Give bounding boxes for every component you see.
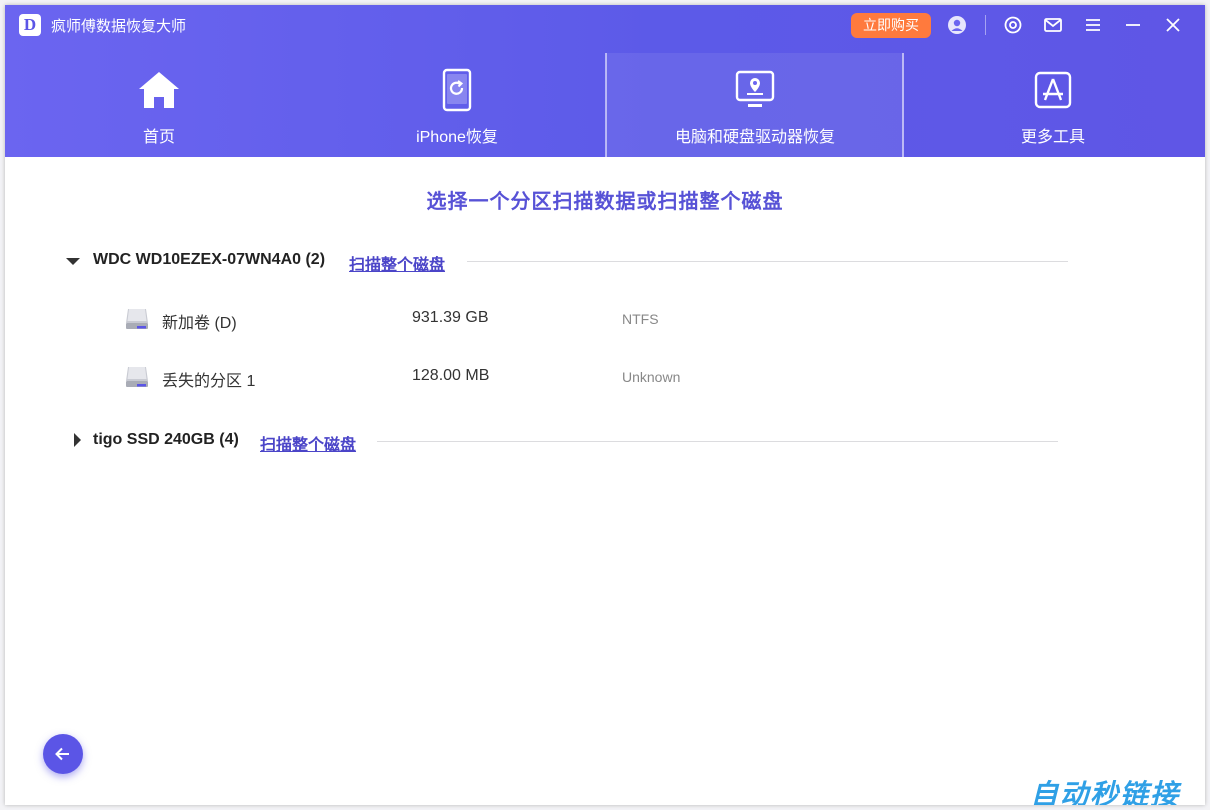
drive-icon [126, 367, 148, 387]
divider [467, 261, 1068, 262]
title-bar: D 疯师傅数据恢复大师 立即购买 [5, 5, 1205, 45]
arrow-left-icon [55, 747, 69, 761]
disk-header[interactable]: WDC WD10EZEX-07WN4A0 (2) 扫描整个磁盘 [65, 248, 1075, 275]
scan-whole-disk-link[interactable]: 扫描整个磁盘 [260, 431, 356, 455]
partition-row[interactable]: 新加卷 (D) 931.39 GB NTFS [121, 304, 821, 334]
disk-name: tigo SSD 240GB (4) [93, 431, 239, 448]
caret-down-icon[interactable] [65, 248, 81, 272]
watermark-text: 自动秒链接 [1030, 779, 1181, 805]
tab-more-label: 更多工具 [1020, 129, 1085, 146]
app-header: D 疯师傅数据恢复大师 立即购买 首页 iPhone恢复 电脑和硬盘驱动器恢复 … [5, 5, 1205, 157]
close-icon[interactable] [1161, 13, 1185, 37]
disk-name: WDC WD10EZEX-07WN4A0 (2) [93, 251, 326, 268]
computer-location-icon [735, 70, 775, 107]
app-window: D 疯师傅数据恢复大师 立即购买 首页 iPhone恢复 电脑和硬盘驱动器恢复 … [5, 5, 1205, 805]
disk-header[interactable]: tigo SSD 240GB (4) 扫描整个磁盘 [65, 428, 1065, 455]
partition-name: 丢失的分区 1 [162, 373, 256, 390]
back-button[interactable] [43, 734, 83, 774]
drive-icon [126, 309, 148, 329]
partition-row[interactable]: 丢失的分区 1 128.00 MB Unknown [121, 362, 821, 392]
partition-name: 新加卷 (D) [162, 315, 237, 332]
phone-restore-icon [442, 68, 472, 112]
minimize-icon[interactable] [1121, 13, 1145, 37]
app-title: 疯师傅数据恢复大师 [51, 18, 187, 35]
tab-iphone-recovery[interactable]: iPhone恢复 [308, 53, 606, 157]
home-icon [139, 72, 179, 108]
tab-pc-disk-recovery[interactable]: 电脑和硬盘驱动器恢复 [606, 53, 904, 157]
feedback-icon[interactable] [1001, 13, 1025, 37]
tab-more-tools[interactable]: 更多工具 [904, 53, 1202, 157]
partition-filesystem: Unknown [622, 369, 681, 385]
buy-now-button[interactable]: 立即购买 [851, 13, 931, 38]
mail-icon[interactable] [1041, 13, 1065, 37]
divider [377, 441, 1058, 442]
partition-size: 128.00 MB [412, 367, 490, 384]
scan-whole-disk-link[interactable]: 扫描整个磁盘 [349, 251, 445, 275]
partition-filesystem: NTFS [622, 311, 659, 327]
app-logo: D [19, 14, 41, 36]
nav-divider [605, 53, 607, 157]
tab-home-label: 首页 [142, 129, 175, 146]
caret-right-icon[interactable] [69, 428, 85, 452]
tab-pc-label: 电脑和硬盘驱动器恢复 [674, 129, 835, 146]
tab-iphone-label: iPhone恢复 [416, 129, 498, 146]
titlebar-divider [985, 15, 986, 35]
nav-divider [902, 53, 904, 157]
partition-size: 931.39 GB [412, 309, 489, 326]
tab-home[interactable]: 首页 [10, 53, 308, 157]
account-icon[interactable] [945, 13, 969, 37]
app-store-icon [1034, 71, 1072, 109]
menu-icon[interactable] [1081, 13, 1105, 37]
page-heading: 选择一个分区扫描数据或扫描整个磁盘 [426, 191, 784, 213]
